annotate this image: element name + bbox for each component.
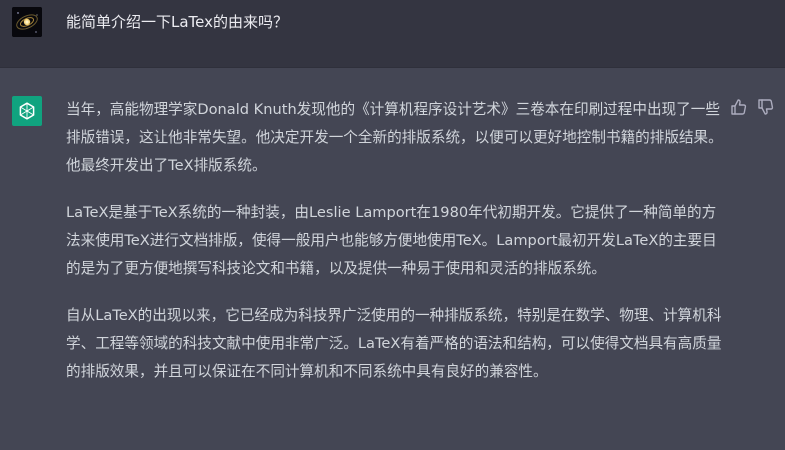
user-message-row: 能简单介绍一下LaTex的由来吗？ xyxy=(0,0,785,68)
thumbs-down-icon[interactable] xyxy=(757,98,775,116)
assistant-message-row: 当年，高能物理学家Donald Knuth发现他的《计算机程序设计艺术》三卷本在… xyxy=(0,68,785,450)
thumbs-up-icon[interactable] xyxy=(730,98,748,116)
galaxy-avatar-icon xyxy=(12,7,42,37)
assistant-answer: 当年，高能物理学家Donald Knuth发现他的《计算机程序设计艺术》三卷本在… xyxy=(66,96,726,405)
answer-paragraph-1: 当年，高能物理学家Donald Knuth发现他的《计算机程序设计艺术》三卷本在… xyxy=(66,101,723,174)
openai-logo-icon xyxy=(12,96,42,126)
answer-paragraph-2: LaTeX是基于TeX系统的一种封装，由Leslie Lamport在1980年… xyxy=(66,204,717,277)
answer-paragraph-3: 自从LaTeX的出现以来，它已经成为科技界广泛使用的一种排版系统，特别是在数学、… xyxy=(66,307,722,380)
user-message-text: 能简单介绍一下LaTex的由来吗？ xyxy=(66,13,289,31)
